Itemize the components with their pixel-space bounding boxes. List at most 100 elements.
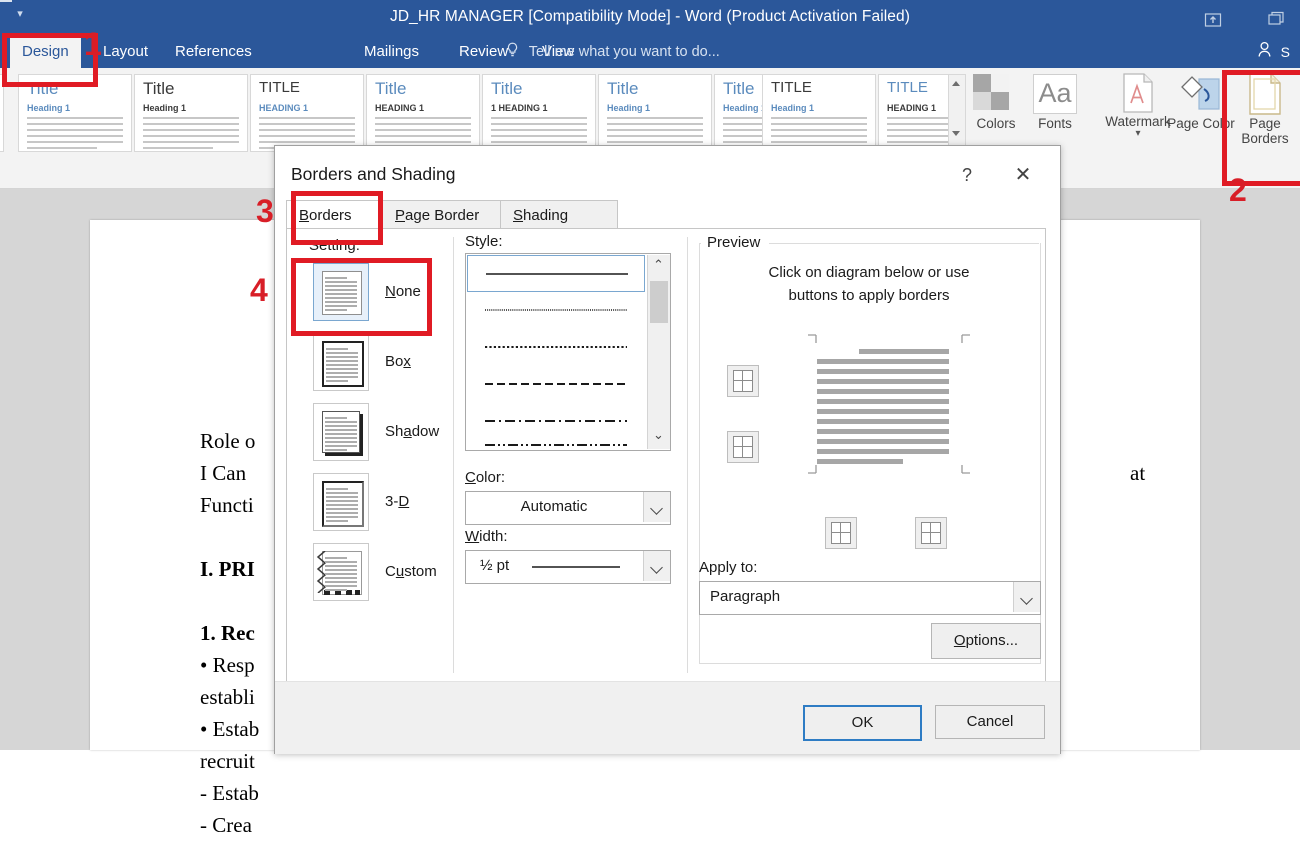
setting-option-custom[interactable]: Custom	[309, 539, 451, 605]
style-set-thumbnail[interactable]: TITLE HEADING 1	[878, 74, 950, 152]
restore-window-icon[interactable]	[1268, 11, 1286, 29]
page-color-label: Page Color	[1167, 116, 1235, 131]
style-set-heading: Heading 1	[27, 103, 71, 113]
page-color-icon	[1164, 72, 1238, 116]
style-set-preview-line	[27, 117, 123, 119]
diagram-line	[817, 359, 949, 364]
column-divider	[687, 237, 688, 673]
style-set-preview-line	[607, 117, 703, 119]
top-border-button[interactable]	[727, 365, 759, 397]
style-set-preview-line	[771, 135, 867, 137]
close-icon[interactable]: ✕	[1003, 158, 1043, 192]
preview-diagram[interactable]	[803, 334, 975, 484]
setting-shadow-thumb	[313, 403, 369, 461]
ok-button[interactable]: OK	[803, 705, 922, 741]
style-set-thumbnail[interactable]: TITLE HEADING 1	[250, 74, 364, 152]
options-button[interactable]: Options...	[931, 623, 1041, 659]
style-set-heading: Heading 1	[771, 103, 815, 113]
style-option-dashed[interactable]	[467, 366, 645, 403]
chevron-down-icon[interactable]	[643, 551, 670, 581]
style-set-preview-line	[607, 141, 703, 143]
style-set-thumbnail[interactable]: TITLE Heading 1	[762, 74, 876, 152]
style-set-preview-line	[491, 129, 587, 131]
style-set-preview-line	[607, 123, 703, 125]
theme-colors-button[interactable]: Colors	[962, 72, 1030, 131]
setting-option-box[interactable]: Box	[309, 329, 451, 395]
lightbulb-icon	[505, 38, 520, 70]
style-set-thumbnail[interactable]	[0, 74, 4, 152]
style-set-preview-line	[259, 135, 355, 137]
question-mark-icon[interactable]: ?	[947, 158, 987, 192]
setting-3d-label: 3-D	[385, 493, 410, 510]
style-set-preview-line	[143, 129, 239, 131]
setting-column: Setting: None Box Shadow 3-D Custom	[299, 229, 451, 681]
style-set-thumbnail[interactable]: Title Heading 1	[134, 74, 248, 152]
style-option-dash-dot-dot[interactable]	[467, 440, 645, 450]
style-set-thumbnail[interactable]: Title 1 HEADING 1	[482, 74, 596, 152]
page-color-button[interactable]: Page Color	[1164, 72, 1238, 131]
color-dropdown[interactable]: Automatic	[465, 491, 671, 525]
setting-option-shadow[interactable]: Shadow	[309, 399, 451, 465]
corner-bottom-left	[803, 460, 817, 474]
tab-shading[interactable]: Shading	[500, 200, 618, 230]
column-divider	[453, 237, 454, 673]
scroll-down-arrow-icon[interactable]: ⌄	[653, 427, 664, 443]
style-set-title: Title	[607, 79, 639, 98]
page-borders-button[interactable]: Page Borders	[1230, 72, 1300, 146]
preview-hint: Click on diagram below or use buttons to…	[699, 261, 1039, 307]
style-set-preview-line	[491, 117, 587, 119]
minimize-icon[interactable]	[0, 0, 12, 2]
ribbon-display-options-icon[interactable]	[1204, 11, 1222, 29]
annotation-number-4: 4	[250, 272, 268, 308]
apply-to-dropdown[interactable]: Paragraph	[699, 581, 1041, 615]
diagram-line	[817, 439, 949, 444]
style-listbox[interactable]: ⌃ ⌄	[465, 253, 671, 451]
style-option-dash-dot[interactable]	[467, 403, 645, 440]
style-set-thumbnail[interactable]: Title HEADING 1	[366, 74, 480, 152]
style-set-heading: Heading 1	[607, 103, 651, 113]
style-set-heading: HEADING 1	[375, 103, 425, 113]
tab-references[interactable]: References	[163, 36, 264, 68]
scrollbar-thumb[interactable]	[650, 281, 668, 323]
page-borders-icon	[1230, 72, 1300, 116]
tab-design[interactable]: Design	[10, 36, 81, 68]
left-border-button[interactable]	[825, 517, 857, 549]
style-set-preview-line	[887, 117, 950, 119]
width-dropdown[interactable]: ½ pt	[465, 550, 671, 584]
setting-shadow-label: Shadow	[385, 423, 440, 440]
preview-legend-rule	[769, 243, 1039, 244]
tab-mailings[interactable]: Mailings	[352, 36, 431, 68]
style-option-fine-dotted[interactable]	[467, 292, 645, 329]
style-scrollbar[interactable]: ⌃ ⌄	[647, 255, 670, 449]
setting-option-none[interactable]: None	[309, 259, 451, 325]
cancel-button[interactable]: Cancel	[935, 705, 1045, 739]
scroll-up-arrow-icon[interactable]	[952, 81, 960, 86]
scroll-up-arrow-icon[interactable]: ⌃	[653, 257, 664, 273]
account-area[interactable]: S	[1243, 36, 1300, 68]
style-set-preview-line	[771, 117, 867, 119]
right-border-button[interactable]	[915, 517, 947, 549]
dialog-body: Setting: None Box Shadow 3-D Custom Styl…	[286, 228, 1046, 682]
style-set-preview-line	[491, 141, 587, 143]
style-set-preview-line	[771, 141, 867, 143]
chevron-down-icon[interactable]	[1013, 582, 1040, 612]
setting-option-3d[interactable]: 3-D	[309, 469, 451, 535]
style-set-gallery[interactable]: Title Heading 1 Title Heading 1 TITLE HEADING…	[0, 68, 950, 154]
preview-hint-line2: buttons to apply borders	[788, 287, 950, 304]
style-set-preview-line	[887, 123, 950, 125]
dialog-title: Borders and Shading	[291, 164, 456, 184]
style-option-dotted[interactable]	[467, 329, 645, 366]
style-set-thumbnail[interactable]: Title Heading 1	[18, 74, 132, 152]
bottom-border-button[interactable]	[727, 431, 759, 463]
scroll-down-arrow-icon[interactable]	[952, 131, 960, 136]
style-set-heading: 1 HEADING 1	[491, 103, 548, 113]
style-set-preview-line	[375, 123, 471, 125]
style-set-preview-line	[27, 147, 97, 149]
style-set-preview-line	[27, 135, 123, 137]
style-set-thumbnail[interactable]: Title Heading 1	[598, 74, 712, 152]
tell-me-search[interactable]: Tell me what you want to do...	[505, 36, 720, 68]
theme-fonts-button[interactable]: Aa Fonts	[1024, 72, 1086, 131]
style-option-solid[interactable]	[467, 255, 645, 292]
apply-to-label: Apply to:	[699, 559, 758, 576]
chevron-down-icon[interactable]	[643, 492, 670, 522]
